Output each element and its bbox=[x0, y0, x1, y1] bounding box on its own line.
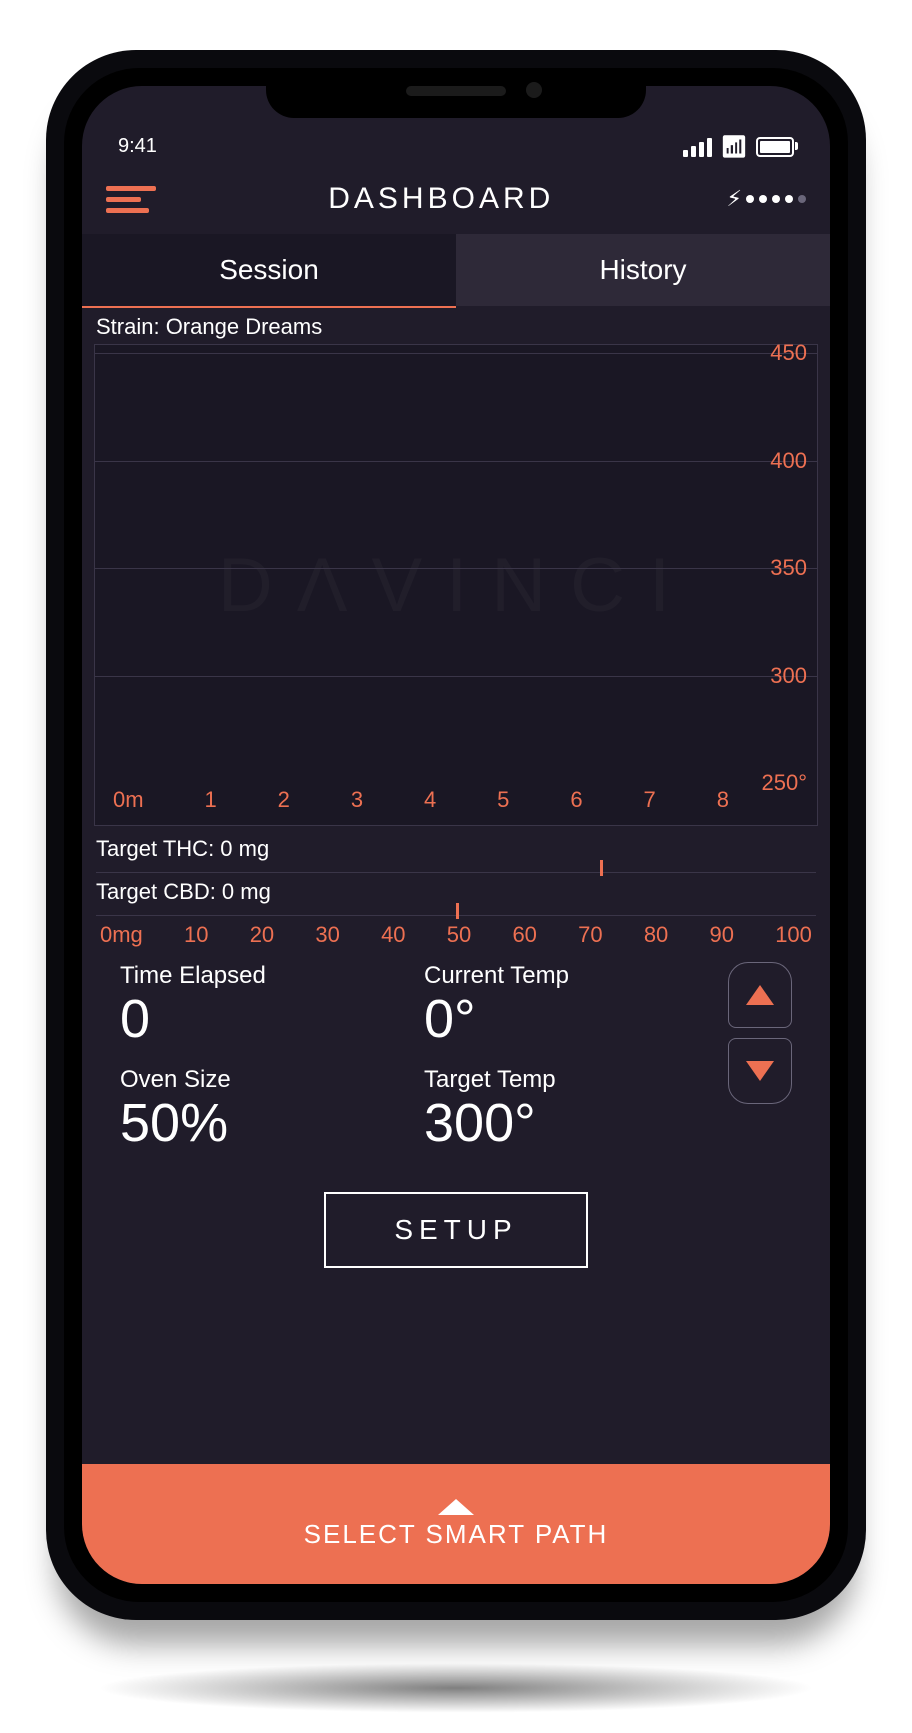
chart-y-tick: 450 bbox=[770, 340, 807, 366]
oven-size-label: Oven Size bbox=[120, 1066, 404, 1094]
target-cbd-track[interactable] bbox=[96, 905, 816, 916]
mg-scale-tick: 40 bbox=[381, 922, 405, 948]
chart-x-tick: 2 bbox=[278, 787, 290, 813]
mg-scale-tick: 30 bbox=[315, 922, 339, 948]
status-time: 9:41 bbox=[118, 135, 157, 158]
tab-history[interactable]: History bbox=[456, 234, 830, 306]
battery-icon bbox=[756, 137, 794, 157]
temp-up-button[interactable] bbox=[728, 962, 792, 1028]
mg-scale-tick: 60 bbox=[512, 922, 536, 948]
charge-dots bbox=[746, 195, 806, 203]
mg-scale-tick: 90 bbox=[710, 922, 734, 948]
target-thc-label: Target THC: 0 mg bbox=[96, 836, 816, 862]
watermark-text: DΛVINCI bbox=[95, 345, 817, 825]
app-header: DASHBOARD ⚡︎ bbox=[82, 164, 830, 234]
chart-y-tick: 300 bbox=[770, 663, 807, 689]
current-temp-label: Current Temp bbox=[424, 962, 708, 990]
setup-button[interactable]: SETUP bbox=[324, 1192, 588, 1268]
smart-path-drawer[interactable]: SELECT SMART PATH bbox=[82, 1464, 830, 1584]
temp-adjust-buttons bbox=[728, 962, 792, 1170]
mg-scale-tick: 20 bbox=[250, 922, 274, 948]
wifi-icon: 📶︎ bbox=[720, 136, 748, 158]
target-temp-value: 300° bbox=[424, 1092, 708, 1154]
mg-scale-tick: 50 bbox=[447, 922, 471, 948]
signal-icon bbox=[683, 138, 712, 157]
phone-frame: 9:41 📶︎ DASHBOARD ⚡︎ bbox=[46, 50, 866, 1620]
time-elapsed-label: Time Elapsed bbox=[120, 962, 404, 990]
current-temp-value: 0° bbox=[424, 988, 708, 1050]
phone-notch bbox=[266, 68, 646, 118]
target-thc-track[interactable] bbox=[96, 862, 816, 873]
menu-icon[interactable] bbox=[106, 186, 156, 213]
target-sliders: Target THC: 0 mg Target CBD: 0 mg 0mg 10 2… bbox=[82, 826, 830, 948]
strain-label: Strain: Orange Dreams bbox=[82, 306, 830, 344]
chart-x-tick: 0m bbox=[113, 787, 144, 813]
chart-x-axis: 0m 1 2 3 4 5 6 7 8 bbox=[95, 787, 757, 813]
device-shadow bbox=[96, 1663, 816, 1713]
arrow-up-icon bbox=[746, 985, 774, 1005]
chart-x-tick: 7 bbox=[644, 787, 656, 813]
target-cbd-label: Target CBD: 0 mg bbox=[96, 879, 816, 905]
mg-scale-tick: 100 bbox=[775, 922, 812, 948]
smart-path-label: SELECT SMART PATH bbox=[304, 1519, 609, 1550]
target-thc-marker[interactable] bbox=[600, 860, 603, 876]
chart-x-tick: 6 bbox=[570, 787, 582, 813]
tab-session[interactable]: Session bbox=[82, 234, 456, 306]
chart-y-tick: 400 bbox=[770, 448, 807, 474]
chart-x-tick: 5 bbox=[497, 787, 509, 813]
temperature-chart: DΛVINCI 0m12345678 250°300350400450 bbox=[94, 344, 818, 826]
mg-scale: 0mg 10 20 30 40 50 60 70 80 90 100 bbox=[96, 918, 816, 948]
chart-x-tick: 4 bbox=[424, 787, 436, 813]
chevron-up-icon bbox=[438, 1499, 474, 1515]
metrics-grid: Time Elapsed 0 Oven Size 50% Current Tem… bbox=[82, 948, 830, 1170]
app-screen: 9:41 📶︎ DASHBOARD ⚡︎ bbox=[82, 86, 830, 1584]
target-cbd-marker[interactable] bbox=[456, 903, 459, 919]
mg-scale-tick: 0mg bbox=[100, 922, 143, 948]
chart-x-tick: 3 bbox=[351, 787, 363, 813]
tab-bar: Session History bbox=[82, 234, 830, 306]
target-temp-label: Target Temp bbox=[424, 1066, 708, 1094]
lightning-icon: ⚡︎ bbox=[727, 186, 742, 212]
temp-down-button[interactable] bbox=[728, 1038, 792, 1104]
oven-size-value: 50% bbox=[120, 1092, 404, 1154]
mg-scale-tick: 80 bbox=[644, 922, 668, 948]
mg-scale-tick: 70 bbox=[578, 922, 602, 948]
mg-scale-tick: 10 bbox=[184, 922, 208, 948]
chart-x-tick: 1 bbox=[204, 787, 216, 813]
device-battery-indicator: ⚡︎ bbox=[727, 186, 806, 212]
chart-y-tick: 350 bbox=[770, 555, 807, 581]
page-title: DASHBOARD bbox=[156, 182, 727, 216]
time-elapsed-value: 0 bbox=[120, 988, 404, 1050]
chart-y-tick: 250° bbox=[761, 770, 807, 796]
arrow-down-icon bbox=[746, 1061, 774, 1081]
chart-x-tick: 8 bbox=[717, 787, 729, 813]
